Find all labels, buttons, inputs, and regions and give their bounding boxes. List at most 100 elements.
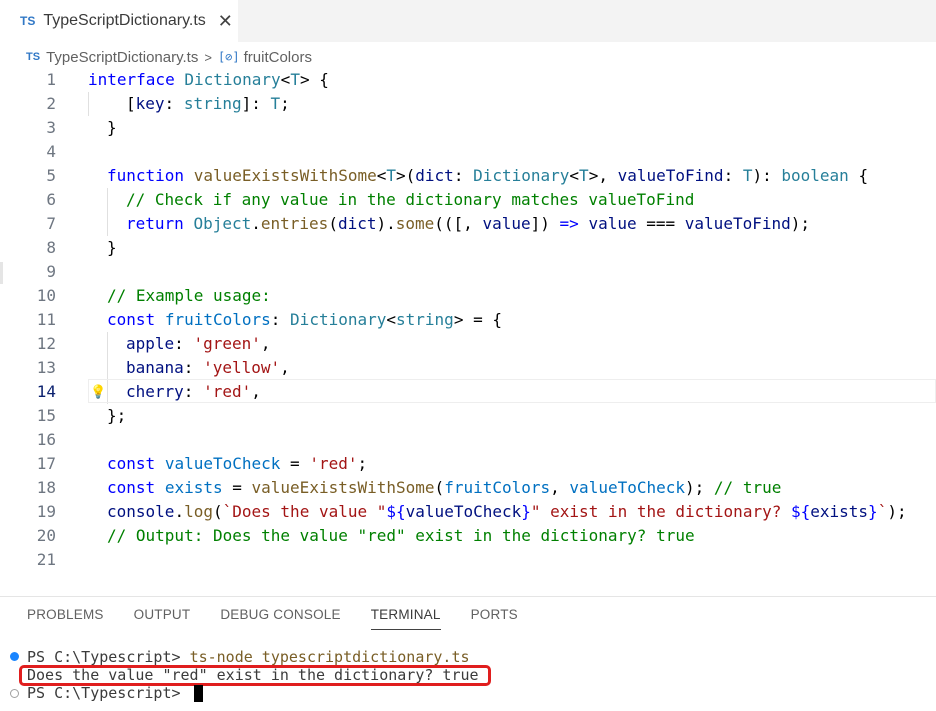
code-token: T [290, 70, 300, 89]
code-token: Dictionary [290, 310, 387, 329]
code-token: ; [357, 454, 368, 473]
code-token: valueToCheck [164, 454, 281, 473]
code-token: value [588, 214, 637, 233]
code-line[interactable]: 3} [0, 116, 936, 140]
code-line[interactable]: 6 // Check if any value in the dictionary… [0, 188, 936, 212]
code-token: console [107, 502, 175, 521]
line-number: 12 [36, 334, 56, 353]
code-line[interactable]: 4 [0, 140, 936, 164]
tab-terminal[interactable]: TERMINAL [370, 607, 441, 630]
code-token: const [107, 454, 156, 473]
code-line[interactable]: 💡 14 cherry: 'red', [0, 379, 936, 404]
code-line[interactable]: 15}; [0, 404, 936, 428]
code-token: ; [280, 94, 290, 113]
code-token: } [107, 238, 117, 257]
code-token: string [183, 94, 242, 113]
lightbulb-icon[interactable]: 💡 [90, 380, 106, 404]
code-text: // Example usage: [107, 284, 271, 308]
code-token: Object [193, 214, 252, 233]
line-number: 4 [46, 142, 56, 161]
code-token: . [174, 502, 185, 521]
tab-title: TypeScriptDictionary.ts [43, 12, 206, 29]
command-success-dot-icon[interactable] [10, 652, 19, 661]
tab-problems[interactable]: PROBLEMS [27, 607, 104, 630]
code-line[interactable]: 16 [0, 428, 936, 452]
code-line[interactable]: 7 return Object.entries(dict).some(([, va… [0, 212, 936, 236]
code-line[interactable]: 1 interface Dictionary<T> { [0, 68, 936, 92]
code-token: = [222, 478, 252, 497]
code-token: ]) [530, 214, 560, 233]
code-text: interface Dictionary<T> { [88, 68, 329, 92]
tab-typescript-dictionary[interactable]: TS TypeScriptDictionary.ts ✕ [0, 0, 238, 42]
code-text: function valueExistsWithSome<T>(dict: Di… [107, 164, 868, 188]
code-token: // Example usage: [107, 286, 271, 305]
code-token: } [868, 502, 878, 521]
code-line[interactable]: 11 const fruitColors: Dictionary<string> … [0, 308, 936, 332]
terminal-prompt: PS C:\Typescript> [27, 684, 190, 702]
breadcrumb: TS TypeScriptDictionary.ts > [⊘] fruitCo… [26, 46, 312, 68]
terminal-line-prompt: PS C:\Typescript> [27, 683, 203, 703]
code-token: valueToFind [617, 166, 724, 185]
typescript-file-icon: TS [20, 14, 36, 28]
code-token: ${ [790, 502, 811, 521]
code-line[interactable]: 9 [0, 260, 936, 284]
line-number: 14 [36, 382, 56, 401]
code-line[interactable]: 8} [0, 236, 936, 260]
code-line[interactable]: 17 const valueToCheck = 'red'; [0, 452, 936, 476]
code-token: : [270, 310, 291, 329]
code-token: < [376, 166, 387, 185]
line-number: 2 [46, 94, 56, 113]
tab-ports[interactable]: PORTS [471, 607, 518, 630]
breadcrumb-file[interactable]: TypeScriptDictionary.ts [46, 49, 198, 66]
code-text: return Object.entries(dict).some(([, val… [126, 212, 810, 236]
code-line[interactable]: 20 // Output: Does the value "red" exist … [0, 524, 936, 548]
code-token: valueExistsWithSome [193, 166, 377, 185]
code-token: ( [212, 502, 223, 521]
code-line[interactable]: 13 banana: 'yellow', [0, 356, 936, 380]
code-token: ); [685, 478, 714, 497]
code-token: valueExistsWithSome [251, 478, 435, 497]
breadcrumb-symbol[interactable]: fruitColors [244, 49, 312, 66]
code-editor[interactable]: 1 interface Dictionary<T> {2 [key: string]… [0, 68, 936, 569]
tab-debug-console[interactable]: DEBUG CONSOLE [220, 607, 340, 630]
code-token: apple [126, 334, 175, 353]
code-token: valueToCheck [405, 502, 522, 521]
code-token: ( [434, 478, 445, 497]
code-token: >( [396, 166, 416, 185]
command-pending-dot-icon[interactable] [10, 689, 19, 698]
code-token: = [280, 454, 310, 473]
code-line[interactable]: 18 const exists = valueExistsWithSome(fru… [0, 476, 936, 500]
tab-output[interactable]: OUTPUT [134, 607, 191, 630]
line-number: 20 [36, 526, 56, 545]
code-line[interactable]: 12 apple: 'green', [0, 332, 936, 356]
code-token: ]: [241, 94, 271, 113]
line-number: 1 [46, 70, 56, 89]
code-token: T [579, 166, 589, 185]
code-token: ${ [386, 502, 406, 521]
close-icon[interactable]: ✕ [218, 12, 233, 30]
code-token: , [550, 478, 570, 497]
code-token: ); [790, 214, 811, 233]
code-token: > = { [453, 310, 502, 329]
code-token: T [386, 166, 397, 185]
code-token: const [107, 310, 156, 329]
code-line[interactable]: 19 console.log(`Does the value "${valueTo… [0, 500, 936, 524]
code-line[interactable]: 10 // Example usage: [0, 284, 936, 308]
code-token: { [848, 166, 869, 185]
code-token: } [521, 502, 531, 521]
code-token: dict [415, 166, 454, 185]
code-line[interactable]: 21 [0, 548, 936, 572]
code-token: ); [887, 502, 907, 521]
code-line[interactable]: 2 [key: string]: T; [0, 92, 936, 116]
code-token: , [280, 358, 290, 377]
code-text: banana: 'yellow', [126, 356, 290, 380]
code-token: ` [877, 502, 888, 521]
code-line[interactable]: 5 function valueExistsWithSome<T>(dict: D… [0, 164, 936, 188]
terminal-output: Does the value "red" exist in the dictio… [27, 666, 479, 684]
code-token: fruitColors [444, 478, 551, 497]
code-token: ). [376, 214, 396, 233]
code-token: banana [126, 358, 184, 377]
